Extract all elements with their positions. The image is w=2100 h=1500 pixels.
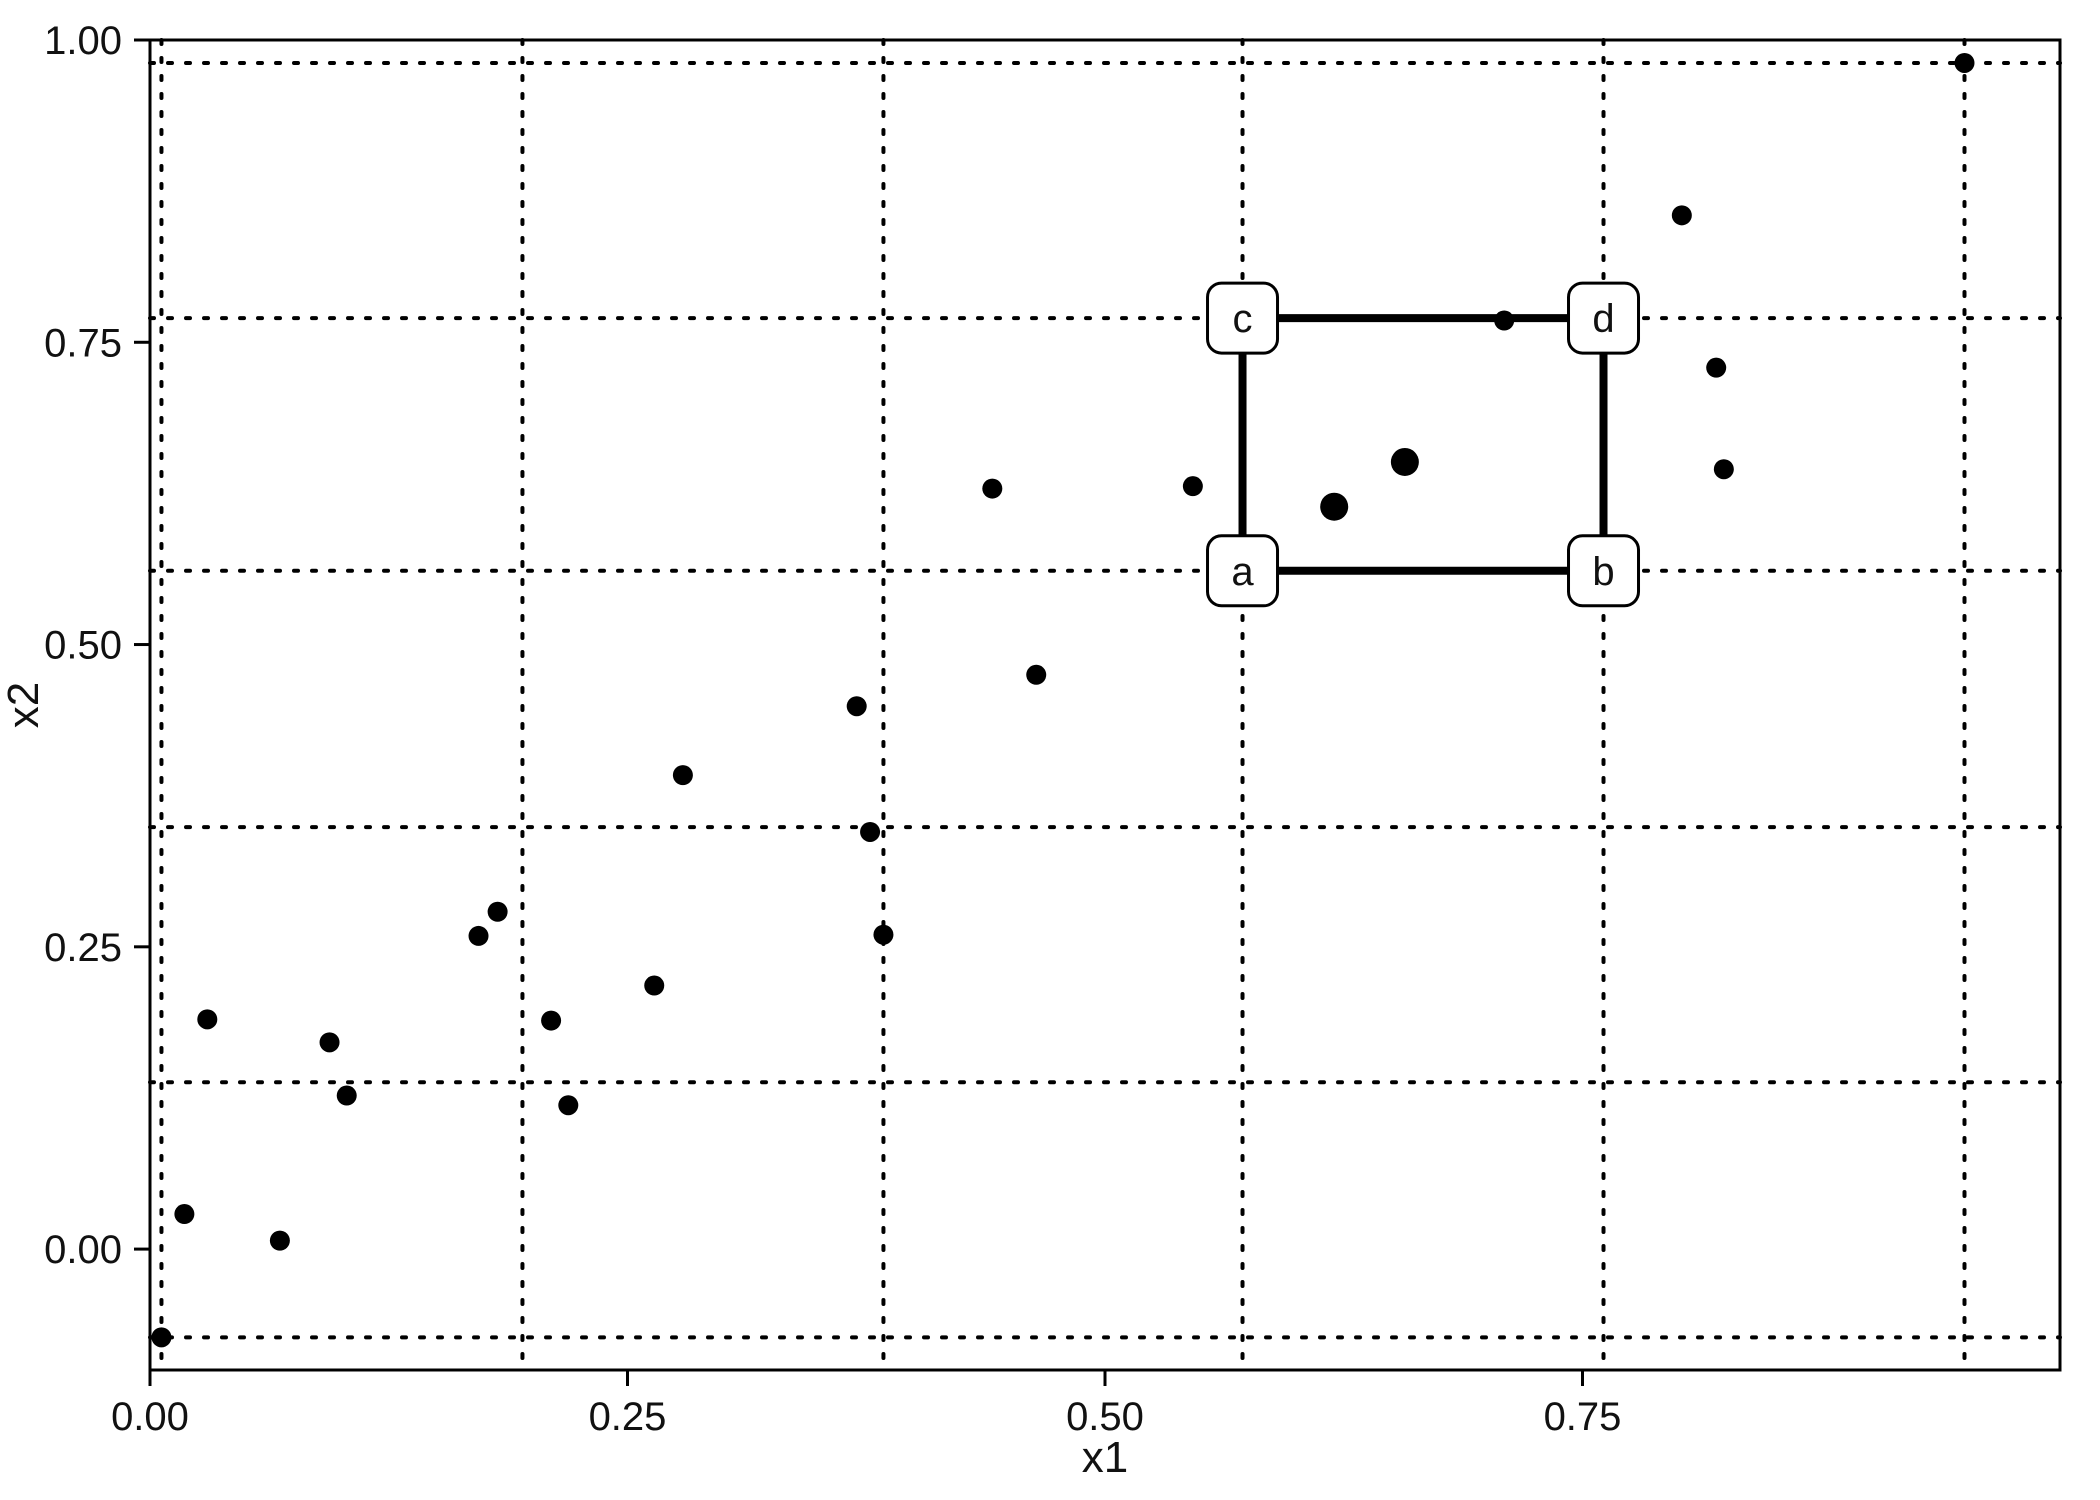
- data-point: [1026, 665, 1046, 685]
- node-d: d: [1569, 283, 1639, 353]
- data-point: [151, 1327, 171, 1347]
- x-tick-label: 0.25: [589, 1395, 667, 1439]
- data-point: [270, 1231, 290, 1251]
- data-point: [197, 1009, 217, 1029]
- chart-svg: 0.000.250.500.750.000.250.500.751.00x1x2…: [0, 0, 2100, 1500]
- data-point: [644, 976, 664, 996]
- data-point: [1955, 53, 1975, 73]
- node-b: b: [1569, 536, 1639, 606]
- node-a: a: [1208, 536, 1278, 606]
- scatter-chart: 0.000.250.500.750.000.250.500.751.00x1x2…: [0, 0, 2100, 1500]
- node-label: a: [1231, 550, 1254, 594]
- data-point: [469, 926, 489, 946]
- y-tick-label: 0.50: [44, 624, 122, 668]
- plot-area: [150, 40, 2060, 1370]
- x-axis-label: x1: [1082, 1433, 1128, 1482]
- data-point: [320, 1032, 340, 1052]
- x-tick-label: 0.00: [111, 1395, 189, 1439]
- data-point: [488, 902, 508, 922]
- data-point: [541, 1011, 561, 1031]
- data-point: [673, 765, 693, 785]
- data-point: [1714, 459, 1734, 479]
- data-point: [1706, 358, 1726, 378]
- data-point: [860, 822, 880, 842]
- data-point: [1672, 205, 1692, 225]
- data-point: [1183, 476, 1203, 496]
- data-point: [558, 1095, 578, 1115]
- y-tick-label: 0.75: [44, 321, 122, 365]
- data-point: [873, 925, 893, 945]
- data-point: [1320, 493, 1348, 521]
- node-c: c: [1208, 283, 1278, 353]
- x-tick-label: 0.75: [1544, 1395, 1622, 1439]
- y-axis-label: x2: [0, 682, 48, 728]
- data-point: [847, 696, 867, 716]
- data-point: [982, 479, 1002, 499]
- y-tick-label: 0.00: [44, 1228, 122, 1272]
- node-label: b: [1592, 550, 1614, 594]
- y-tick-label: 1.00: [44, 19, 122, 63]
- node-label: d: [1592, 297, 1614, 341]
- data-point: [174, 1204, 194, 1224]
- data-point: [1391, 448, 1419, 476]
- y-tick-label: 0.25: [44, 926, 122, 970]
- data-point: [337, 1086, 357, 1106]
- node-label: c: [1233, 297, 1253, 341]
